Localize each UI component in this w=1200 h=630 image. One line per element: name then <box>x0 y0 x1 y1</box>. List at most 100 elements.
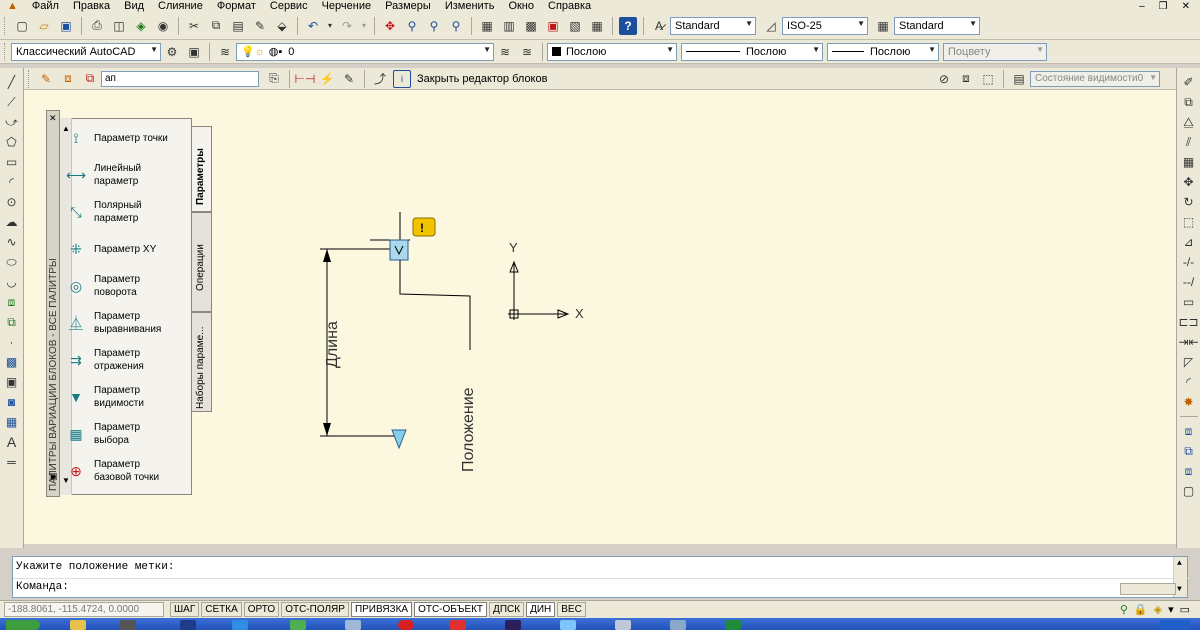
table-style-icon[interactable]: ▦ <box>874 17 892 35</box>
scroll-up-icon[interactable]: ▲ <box>1177 559 1182 568</box>
workspace-select[interactable]: Классический AutoCAD ▼ <box>11 42 161 61</box>
redo-dropdown-icon[interactable]: ▾ <box>360 17 368 35</box>
trusted-icon[interactable]: ◈ <box>1154 603 1162 616</box>
stretch-icon[interactable]: ⊿ <box>1180 233 1198 251</box>
toolbar-grip[interactable] <box>28 69 31 88</box>
authoring-palettes-icon[interactable]: ⎘ <box>265 70 283 88</box>
fillet-icon[interactable]: ◜ <box>1180 373 1198 391</box>
taskbar-app-icon[interactable] <box>398 620 414 630</box>
palette-item-visibility[interactable]: ▼ Параметр видимости <box>62 383 174 411</box>
app-icon[interactable]: ▲ <box>0 0 25 12</box>
redo-icon[interactable]: ↷ <box>338 17 356 35</box>
dim-style-icon[interactable]: ◿ <box>762 17 780 35</box>
lock-icon[interactable]: 🔒 <box>1134 603 1148 616</box>
close-block-editor-button[interactable]: Закрыть редактор блоков <box>417 73 547 85</box>
explode-icon[interactable]: ✸ <box>1180 393 1198 411</box>
plot-icon[interactable]: ◉ <box>154 17 172 35</box>
tab-parameters[interactable]: Параметры <box>192 126 212 212</box>
zoom-previous-icon[interactable]: ⚲ <box>447 17 465 35</box>
menu-window[interactable]: Окно <box>501 0 541 12</box>
insert-block-icon[interactable]: ⧈ <box>3 293 21 311</box>
publish-icon[interactable]: ◈ <box>132 17 150 35</box>
multiline-text-icon[interactable]: A <box>3 433 21 451</box>
join-icon[interactable]: ⇥⇤ <box>1178 333 1198 351</box>
print-preview-icon[interactable]: ◫ <box>110 17 128 35</box>
line-icon[interactable]: ╱ <box>3 73 21 91</box>
communication-center-icon[interactable]: ⚲ <box>1120 603 1128 616</box>
menu-merge[interactable]: Слияние <box>151 0 210 12</box>
taskbar-app-icon[interactable] <box>345 620 361 630</box>
array-icon[interactable]: ▦ <box>1180 153 1198 171</box>
make-layer-current-icon[interactable]: ≋ <box>496 43 514 61</box>
otrack-toggle[interactable]: ОТС-ОБЪЕКТ <box>414 602 488 617</box>
erase-icon[interactable]: ✐ <box>1180 73 1198 91</box>
minimize-icon[interactable]: – <box>1139 1 1145 12</box>
zoom-realtime-icon[interactable]: ⚲ <box>403 17 421 35</box>
table-style-select[interactable]: Standard ▼ <box>894 16 980 35</box>
cut-icon[interactable]: ✂ <box>185 17 203 35</box>
taskbar-app-icon[interactable] <box>120 620 136 630</box>
snap-toggle[interactable]: ШАГ <box>170 602 200 617</box>
palette-item-flip[interactable]: ⇉ Параметр отражения <box>62 346 174 374</box>
palette-close-icon[interactable]: ✕ <box>49 113 57 124</box>
menu-view[interactable]: Вид <box>117 0 151 12</box>
revision-cloud-icon[interactable]: ☁ <box>3 213 21 231</box>
taskbar-app-icon[interactable] <box>615 620 631 630</box>
menu-dimension[interactable]: Размеры <box>378 0 438 12</box>
dyn-toggle[interactable]: ДИН <box>526 602 556 617</box>
ortho-toggle[interactable]: ОРТО <box>243 602 280 617</box>
open-file-icon[interactable]: ▱ <box>35 17 53 35</box>
chamfer-icon[interactable]: ◸ <box>1180 353 1198 371</box>
extend-icon[interactable]: --/ <box>1180 273 1198 291</box>
dim-style-select[interactable]: ISO-25 ▼ <box>782 16 868 35</box>
palette-item-rotation[interactable]: ◎ Параметр поворота <box>62 272 174 300</box>
lineweight-select[interactable]: Послою ▼ <box>827 42 939 61</box>
command-window[interactable]: Укажите положение метки: Команда: ▲ ▼ <box>12 556 1189 598</box>
grid-toggle[interactable]: СЕТКА <box>201 602 242 617</box>
make-block-icon[interactable]: ⧉ <box>3 313 21 331</box>
taskbar-app-icon[interactable] <box>290 620 306 630</box>
menu-draw[interactable]: Черчение <box>315 0 379 12</box>
menu-tools[interactable]: Сервис <box>263 0 315 12</box>
command-hscroll[interactable] <box>1120 583 1176 595</box>
menu-file[interactable]: Файл <box>25 0 66 12</box>
status-menu-icon[interactable]: ▾ <box>1168 603 1174 616</box>
text-style-icon[interactable]: A̷ <box>650 17 668 35</box>
save-icon[interactable]: ▣ <box>57 17 75 35</box>
palette-title-bar[interactable]: ✕ ▣ ПАЛИТРЫ ВАРИАЦИИ БЛОКОВ - ВСЕ ПАЛИТР… <box>46 110 60 497</box>
ducs-toggle[interactable]: ДПСК <box>489 602 525 617</box>
tab-parameter-sets[interactable]: Наборы параме... <box>192 312 212 412</box>
move-icon[interactable]: ✥ <box>1180 173 1198 191</box>
layer-manager-icon[interactable]: ≋ <box>216 43 234 61</box>
text-style-select[interactable]: Standard ▼ <box>670 16 756 35</box>
ellipse-arc-icon[interactable]: ◡ <box>3 273 21 291</box>
tab-actions[interactable]: Операции <box>192 212 212 312</box>
taskbar-app-icon[interactable] <box>725 620 741 630</box>
restore-icon[interactable]: ❐ <box>1159 1 1168 12</box>
trim-icon[interactable]: -/- <box>1180 253 1198 271</box>
break-at-point-icon[interactable]: ▭ <box>1180 293 1198 311</box>
system-tray-clock-icon[interactable] <box>1160 620 1190 630</box>
save-block-icon[interactable]: ⧈ <box>59 70 77 88</box>
make-visible-icon[interactable]: ⧈ <box>957 70 975 88</box>
new-file-icon[interactable]: ▢ <box>13 17 31 35</box>
ellipse-icon[interactable]: ⬭ <box>3 253 21 271</box>
markup-icon[interactable]: ▧ <box>566 17 584 35</box>
clean-screen-icon[interactable]: ▭ <box>1180 603 1190 616</box>
edit-block-icon[interactable]: ✎ <box>37 70 55 88</box>
start-button-icon[interactable] <box>6 620 40 630</box>
update-parameter-icon[interactable]: ⤴ <box>371 70 389 88</box>
workspace-settings-icon[interactable]: ⚙ <box>163 43 181 61</box>
arc-icon[interactable]: ◜ <box>3 173 21 191</box>
block-name-field[interactable]: ап <box>101 70 259 87</box>
polar-toggle[interactable]: ОТС-ПОЛЯР <box>281 602 349 617</box>
undo-icon[interactable]: ↶ <box>304 17 322 35</box>
palette-item-polar[interactable]: ⤡ Полярный параметр <box>62 198 174 226</box>
table-icon[interactable]: ▦ <box>3 413 21 431</box>
palette-item-alignment[interactable]: ⏅ Параметр выравнивания <box>62 309 174 337</box>
coordinates-readout[interactable]: -188.8061, -115.4724, 0.0000 <box>4 602 164 617</box>
close-icon[interactable]: ✕ <box>1182 1 1190 12</box>
polyline-icon[interactable]: ⤻ <box>3 113 21 131</box>
menu-help[interactable]: Справка <box>541 0 598 12</box>
rectangle-icon[interactable]: ▭ <box>3 153 21 171</box>
